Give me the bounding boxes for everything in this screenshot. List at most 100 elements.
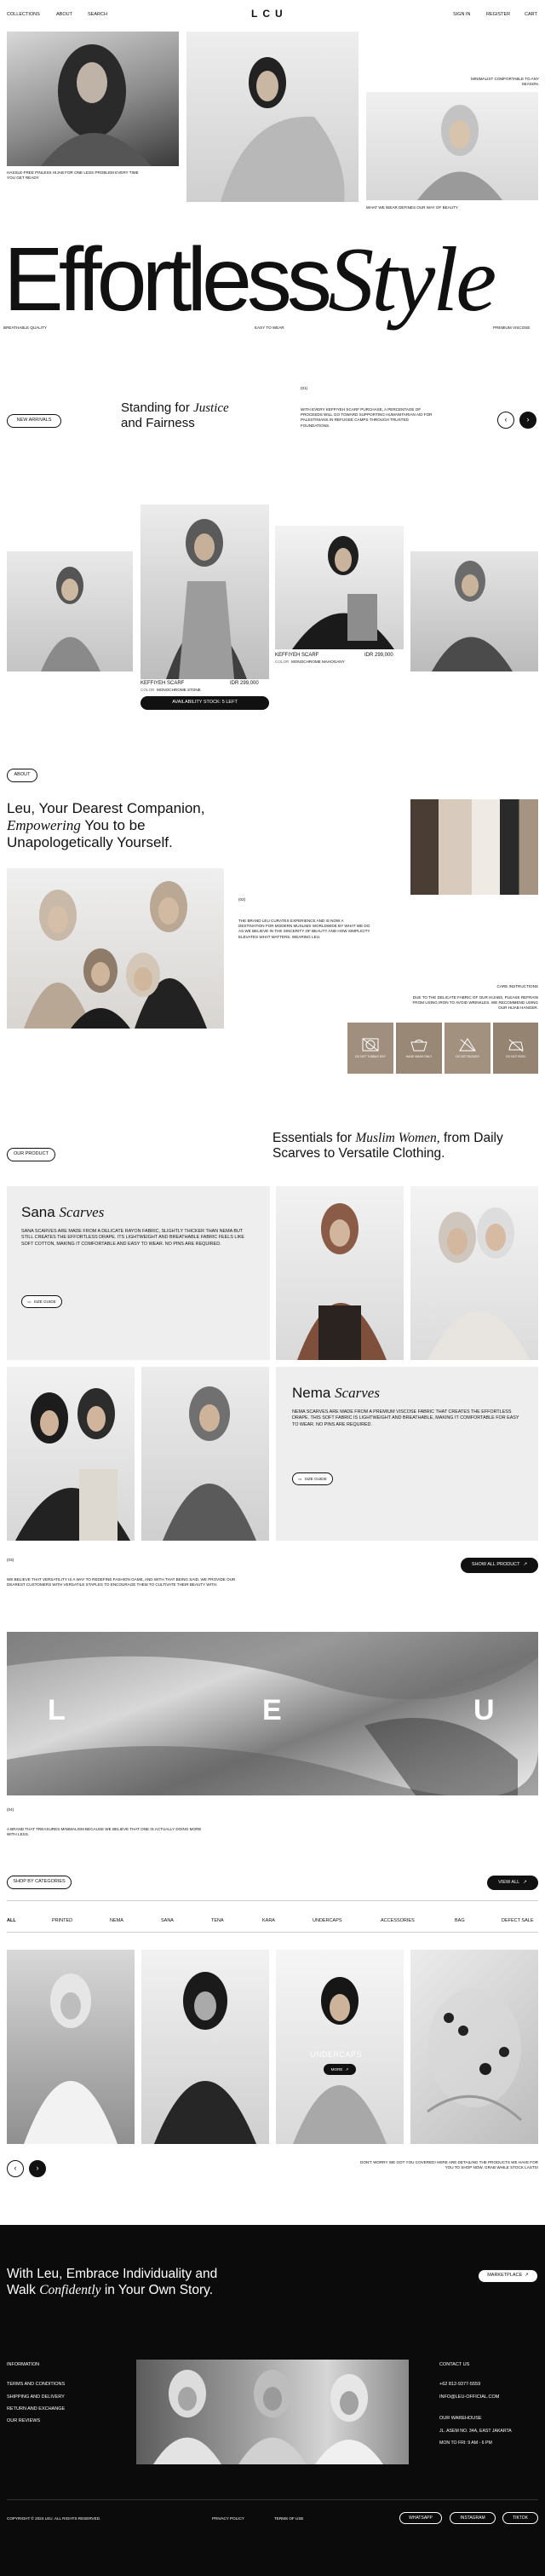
arrow-up-right-icon: ↗: [345, 2066, 349, 2072]
shop-by-categories-button[interactable]: Shop by categories: [7, 1876, 72, 1889]
arrivals-body: With every Keffiyeh scarf purchase, a pe…: [301, 407, 433, 428]
hijab-figure-art: [41, 567, 100, 671]
nema-title: Nema Scarves: [292, 1384, 380, 1403]
marketplace-label: Marketplace: [487, 2273, 523, 2279]
category-more-button[interactable]: More ↗: [324, 2064, 356, 2075]
tab-printed[interactable]: Printed: [52, 1918, 72, 1924]
arrival-image-3[interactable]: [275, 526, 404, 649]
instagram-button[interactable]: Instagram: [450, 2512, 496, 2524]
nav-sign-in[interactable]: Sign in: [453, 12, 470, 18]
tab-accessories[interactable]: Accessories: [381, 1918, 415, 1924]
categories-next-button[interactable]: ›: [29, 2160, 46, 2177]
arrivals-heading: Standing for Justice and Fairness: [121, 401, 229, 431]
tab-defect-sale[interactable]: Defect Sale: [502, 1918, 534, 1924]
nema-image-1[interactable]: [7, 1367, 135, 1541]
footer-phone[interactable]: +62 812-9377-5559: [439, 2382, 512, 2388]
footer-link-reviews[interactable]: Our reviews: [7, 2418, 65, 2424]
tab-undercaps[interactable]: Undercaps: [313, 1918, 342, 1924]
arrow-left-icon: ‹: [14, 2164, 17, 2173]
divider: [7, 1900, 538, 1901]
about-button[interactable]: About: [7, 769, 37, 782]
care-label: Do not bleach: [456, 1055, 479, 1059]
nav-collections[interactable]: Collections: [7, 12, 40, 18]
terms-of-use-link[interactable]: Terms of use: [274, 2516, 303, 2521]
category-image-1[interactable]: [7, 1950, 135, 2144]
tab-kara[interactable]: Kara: [262, 1918, 275, 1924]
section-number: (02): [238, 897, 246, 902]
nav-register[interactable]: Register: [486, 12, 510, 18]
arrivals-prev-button[interactable]: ‹: [497, 412, 514, 429]
tab-bag[interactable]: Bag: [455, 1918, 465, 1924]
footer-link-shipping[interactable]: Shipping and delivery: [7, 2394, 65, 2400]
hijab-figure-art: [297, 1203, 387, 1360]
arrivals-next-button[interactable]: ›: [519, 412, 536, 429]
availability-stock-button[interactable]: Availability stock: 5 left: [141, 696, 269, 710]
hijab-figure-art: [154, 1972, 256, 2144]
product-price: IDR 299,000: [230, 681, 259, 686]
sana-image-1[interactable]: [276, 1186, 404, 1360]
footer-heading-italic: Confidently: [39, 2282, 101, 2297]
size-guide-label: Size guide: [33, 1299, 56, 1304]
footer-link-return[interactable]: Return and exchange: [7, 2406, 65, 2412]
privacy-policy-link[interactable]: Privacy policy: [212, 2516, 244, 2521]
nema-size-guide-button[interactable]: ▭ Size guide: [292, 1472, 333, 1485]
hero-headline: Effortless Style: [3, 229, 542, 330]
arrivals-heading-a: Standing for: [121, 401, 190, 415]
hero-caption-left: Hassle-free pinless hijab for one less p…: [7, 170, 139, 181]
nema-image-2[interactable]: [141, 1367, 269, 1541]
arrival-image-4[interactable]: [410, 551, 538, 671]
category-image-undercaps[interactable]: Undercaps More ↗: [276, 1950, 404, 2144]
headline-italic: Style: [328, 229, 496, 331]
headline-word: Effortless: [3, 229, 332, 330]
about-group-image: [7, 868, 224, 1029]
nav-cart[interactable]: Cart: [525, 12, 537, 18]
categories-prev-button[interactable]: ‹: [7, 2160, 24, 2177]
our-product-button[interactable]: Our product: [7, 1148, 55, 1161]
category-image-2[interactable]: [141, 1950, 269, 2144]
show-all-product-button[interactable]: Show all product ↗: [461, 1558, 538, 1573]
product-price: IDR 299,000: [364, 653, 393, 658]
care-icon-tile-2: Hand wash only: [396, 1023, 442, 1074]
tab-tena[interactable]: Tena: [211, 1918, 224, 1924]
sana-name: Sana: [21, 1204, 55, 1220]
footer-link-terms[interactable]: Terms and conditions: [7, 2382, 65, 2388]
sana-image-2[interactable]: [410, 1186, 538, 1360]
site-logo[interactable]: LCU: [251, 8, 288, 21]
warehouse-title: Our warehouse: [439, 2415, 482, 2421]
arrow-up-right-icon: ↗: [523, 1879, 527, 1885]
hijab-group-art: [427, 1207, 530, 1360]
about-heading-1: Leu, Your Dearest Companion,: [7, 800, 205, 816]
marketplace-button[interactable]: Marketplace ↗: [478, 2269, 538, 2283]
sana-size-guide-button[interactable]: ▭ Size guide: [21, 1295, 62, 1308]
tab-sana[interactable]: Sana: [161, 1918, 174, 1924]
color-label: Color: [275, 660, 290, 664]
size-guide-label: Size guide: [304, 1476, 327, 1481]
tab-nema[interactable]: Nema: [110, 1918, 123, 1924]
more-label: More: [330, 2066, 343, 2072]
arrivals-heading-italic: Justice: [193, 401, 229, 415]
tab-all[interactable]: All: [7, 1918, 16, 1924]
arrival-image-2[interactable]: [141, 504, 269, 679]
show-all-label: Show all product: [471, 1562, 520, 1568]
nav-about[interactable]: About: [56, 12, 72, 18]
ruler-icon: ▭: [298, 1476, 302, 1481]
about-heading-3: Unapologetically Yourself.: [7, 833, 173, 850]
arrival-image-1[interactable]: [7, 551, 133, 671]
warehouse-address: Jl. Asem No. 34A, East Jakarta: [439, 2429, 512, 2435]
feature-1: Breathable quality: [3, 326, 47, 330]
category-overlay-title: Undercaps: [310, 2050, 363, 2059]
hijab-figure-art: [292, 536, 394, 649]
whatsapp-button[interactable]: Whatsapp: [399, 2512, 442, 2524]
sana-title: Sana Scarves: [21, 1203, 104, 1222]
tiktok-button[interactable]: Tiktok: [502, 2512, 538, 2524]
hijab-figure-art: [166, 519, 247, 679]
footer-email[interactable]: info@leu-official.com: [439, 2394, 512, 2400]
view-all-label: View all: [498, 1879, 520, 1885]
category-image-accessories[interactable]: [410, 1950, 538, 2144]
view-all-button[interactable]: View all ↗: [487, 1876, 538, 1890]
warehouse-hours: Mon to Fri: 9 AM - 6 PM: [439, 2441, 492, 2446]
brand-letter-u: U: [473, 1694, 495, 1726]
arrow-left-icon: ‹: [504, 415, 508, 424]
nav-search[interactable]: Search: [88, 12, 107, 18]
new-arrivals-button[interactable]: New arrivals: [7, 414, 61, 428]
